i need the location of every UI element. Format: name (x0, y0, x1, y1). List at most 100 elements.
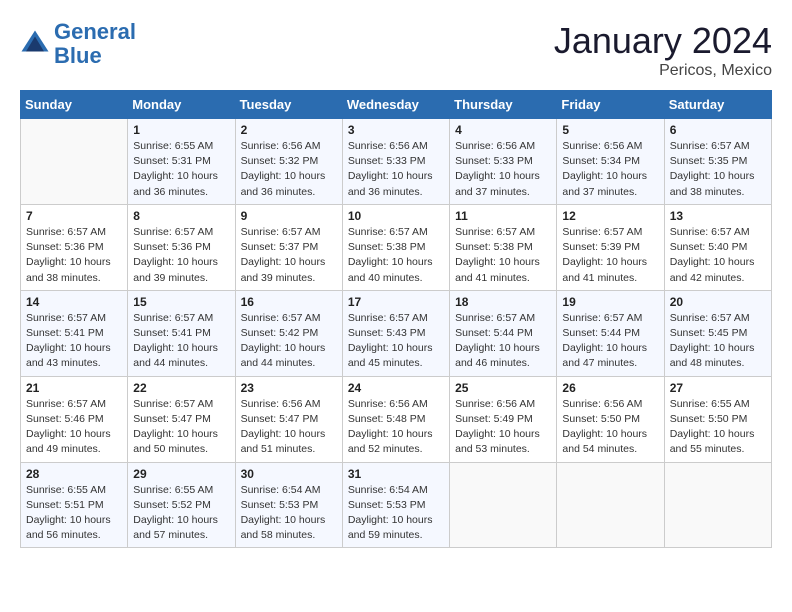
day-number: 29 (133, 467, 229, 481)
month-title: January 2024 (554, 20, 772, 62)
day-info: Sunrise: 6:57 AMSunset: 5:38 PMDaylight:… (455, 225, 551, 286)
calendar-cell: 21 Sunrise: 6:57 AMSunset: 5:46 PMDayligh… (21, 376, 128, 462)
day-number: 20 (670, 295, 766, 309)
calendar-week-3: 14 Sunrise: 6:57 AMSunset: 5:41 PMDayligh… (21, 290, 772, 376)
day-number: 25 (455, 381, 551, 395)
day-number: 6 (670, 123, 766, 137)
weekday-header-saturday: Saturday (664, 91, 771, 119)
page-header: General Blue January 2024 Pericos, Mexic… (20, 20, 772, 80)
day-number: 7 (26, 209, 122, 223)
day-number: 27 (670, 381, 766, 395)
logo-text: General Blue (54, 20, 136, 68)
day-number: 13 (670, 209, 766, 223)
day-info: Sunrise: 6:54 AMSunset: 5:53 PMDaylight:… (241, 483, 337, 544)
calendar-cell: 7Sunrise: 6:57 AMSunset: 5:36 PMDaylight… (21, 204, 128, 290)
calendar-week-4: 21 Sunrise: 6:57 AMSunset: 5:46 PMDayligh… (21, 376, 772, 462)
day-number: 21 (26, 381, 122, 395)
calendar-cell: 10 Sunrise: 6:57 AMSunset: 5:38 PMDayligh… (342, 204, 449, 290)
location-title: Pericos, Mexico (554, 62, 772, 80)
day-number: 26 (562, 381, 658, 395)
calendar-cell: 26Sunrise: 6:56 AMSunset: 5:50 PMDayligh… (557, 376, 664, 462)
weekday-header-wednesday: Wednesday (342, 91, 449, 119)
day-info: Sunrise: 6:57 AMSunset: 5:41 PMDaylight:… (26, 311, 122, 372)
calendar-cell: 27 Sunrise: 6:55 AMSunset: 5:50 PMDayligh… (664, 376, 771, 462)
day-number: 9 (241, 209, 337, 223)
day-number: 8 (133, 209, 229, 223)
calendar-cell: 9 Sunrise: 6:57 AMSunset: 5:37 PMDaylight… (235, 204, 342, 290)
calendar-cell: 25 Sunrise: 6:56 AMSunset: 5:49 PMDayligh… (450, 376, 557, 462)
calendar-cell: 23Sunrise: 6:56 AMSunset: 5:47 PMDayligh… (235, 376, 342, 462)
calendar-cell: 14 Sunrise: 6:57 AMSunset: 5:41 PMDayligh… (21, 290, 128, 376)
calendar-week-5: 28 Sunrise: 6:55 AMSunset: 5:51 PMDayligh… (21, 462, 772, 548)
calendar-cell: 3Sunrise: 6:56 AMSunset: 5:33 PMDaylight… (342, 119, 449, 205)
day-info: Sunrise: 6:56 AMSunset: 5:32 PMDaylight:… (241, 139, 337, 200)
title-block: January 2024 Pericos, Mexico (554, 20, 772, 80)
day-info: Sunrise: 6:56 AMSunset: 5:49 PMDaylight:… (455, 397, 551, 458)
calendar-cell: 2 Sunrise: 6:56 AMSunset: 5:32 PMDaylight… (235, 119, 342, 205)
day-info: Sunrise: 6:55 AMSunset: 5:31 PMDaylight:… (133, 139, 229, 200)
calendar-cell (450, 462, 557, 548)
day-info: Sunrise: 6:57 AMSunset: 5:38 PMDaylight:… (348, 225, 444, 286)
calendar-cell (664, 462, 771, 548)
day-number: 24 (348, 381, 444, 395)
day-number: 4 (455, 123, 551, 137)
day-info: Sunrise: 6:57 AMSunset: 5:46 PMDaylight:… (26, 397, 122, 458)
day-info: Sunrise: 6:57 AMSunset: 5:42 PMDaylight:… (241, 311, 337, 372)
calendar-cell: 22 Sunrise: 6:57 AMSunset: 5:47 PMDayligh… (128, 376, 235, 462)
day-info: Sunrise: 6:55 AMSunset: 5:51 PMDaylight:… (26, 483, 122, 544)
day-number: 19 (562, 295, 658, 309)
calendar-cell: 5Sunrise: 6:56 AMSunset: 5:34 PMDaylight… (557, 119, 664, 205)
weekday-header-row: SundayMondayTuesdayWednesdayThursdayFrid… (21, 91, 772, 119)
weekday-header-tuesday: Tuesday (235, 91, 342, 119)
day-info: Sunrise: 6:57 AMSunset: 5:47 PMDaylight:… (133, 397, 229, 458)
day-info: Sunrise: 6:57 AMSunset: 5:37 PMDaylight:… (241, 225, 337, 286)
calendar-cell (557, 462, 664, 548)
day-info: Sunrise: 6:55 AMSunset: 5:52 PMDaylight:… (133, 483, 229, 544)
calendar-week-1: 1 Sunrise: 6:55 AMSunset: 5:31 PMDaylight… (21, 119, 772, 205)
weekday-header-monday: Monday (128, 91, 235, 119)
calendar-cell: 15 Sunrise: 6:57 AMSunset: 5:41 PMDayligh… (128, 290, 235, 376)
logo-icon (20, 29, 50, 59)
weekday-header-friday: Friday (557, 91, 664, 119)
calendar-table: SundayMondayTuesdayWednesdayThursdayFrid… (20, 90, 772, 548)
day-info: Sunrise: 6:56 AMSunset: 5:34 PMDaylight:… (562, 139, 658, 200)
day-info: Sunrise: 6:56 AMSunset: 5:33 PMDaylight:… (455, 139, 551, 200)
day-number: 14 (26, 295, 122, 309)
day-info: Sunrise: 6:57 AMSunset: 5:43 PMDaylight:… (348, 311, 444, 372)
calendar-cell: 8Sunrise: 6:57 AMSunset: 5:36 PMDaylight… (128, 204, 235, 290)
calendar-cell: 30 Sunrise: 6:54 AMSunset: 5:53 PMDayligh… (235, 462, 342, 548)
calendar-cell: 20Sunrise: 6:57 AMSunset: 5:45 PMDayligh… (664, 290, 771, 376)
calendar-body: 1 Sunrise: 6:55 AMSunset: 5:31 PMDaylight… (21, 119, 772, 548)
day-info: Sunrise: 6:56 AMSunset: 5:33 PMDaylight:… (348, 139, 444, 200)
calendar-cell: 12Sunrise: 6:57 AMSunset: 5:39 PMDayligh… (557, 204, 664, 290)
day-info: Sunrise: 6:56 AMSunset: 5:47 PMDaylight:… (241, 397, 337, 458)
day-number: 30 (241, 467, 337, 481)
logo-line1: General (54, 19, 136, 44)
day-number: 31 (348, 467, 444, 481)
calendar-cell: 28 Sunrise: 6:55 AMSunset: 5:51 PMDayligh… (21, 462, 128, 548)
weekday-header-thursday: Thursday (450, 91, 557, 119)
day-number: 17 (348, 295, 444, 309)
day-number: 15 (133, 295, 229, 309)
day-info: Sunrise: 6:54 AMSunset: 5:53 PMDaylight:… (348, 483, 444, 544)
calendar-cell: 18Sunrise: 6:57 AMSunset: 5:44 PMDayligh… (450, 290, 557, 376)
calendar-cell: 6Sunrise: 6:57 AMSunset: 5:35 PMDaylight… (664, 119, 771, 205)
calendar-cell: 24 Sunrise: 6:56 AMSunset: 5:48 PMDayligh… (342, 376, 449, 462)
logo-line2: Blue (54, 44, 136, 68)
calendar-cell: 13 Sunrise: 6:57 AMSunset: 5:40 PMDayligh… (664, 204, 771, 290)
day-number: 28 (26, 467, 122, 481)
day-number: 2 (241, 123, 337, 137)
day-number: 18 (455, 295, 551, 309)
day-number: 12 (562, 209, 658, 223)
day-number: 22 (133, 381, 229, 395)
day-info: Sunrise: 6:55 AMSunset: 5:50 PMDaylight:… (670, 397, 766, 458)
calendar-cell: 17 Sunrise: 6:57 AMSunset: 5:43 PMDayligh… (342, 290, 449, 376)
day-info: Sunrise: 6:56 AMSunset: 5:48 PMDaylight:… (348, 397, 444, 458)
day-number: 1 (133, 123, 229, 137)
calendar-cell: 29 Sunrise: 6:55 AMSunset: 5:52 PMDayligh… (128, 462, 235, 548)
day-info: Sunrise: 6:57 AMSunset: 5:41 PMDaylight:… (133, 311, 229, 372)
weekday-header-sunday: Sunday (21, 91, 128, 119)
calendar-cell: 19Sunrise: 6:57 AMSunset: 5:44 PMDayligh… (557, 290, 664, 376)
day-number: 10 (348, 209, 444, 223)
day-info: Sunrise: 6:57 AMSunset: 5:40 PMDaylight:… (670, 225, 766, 286)
